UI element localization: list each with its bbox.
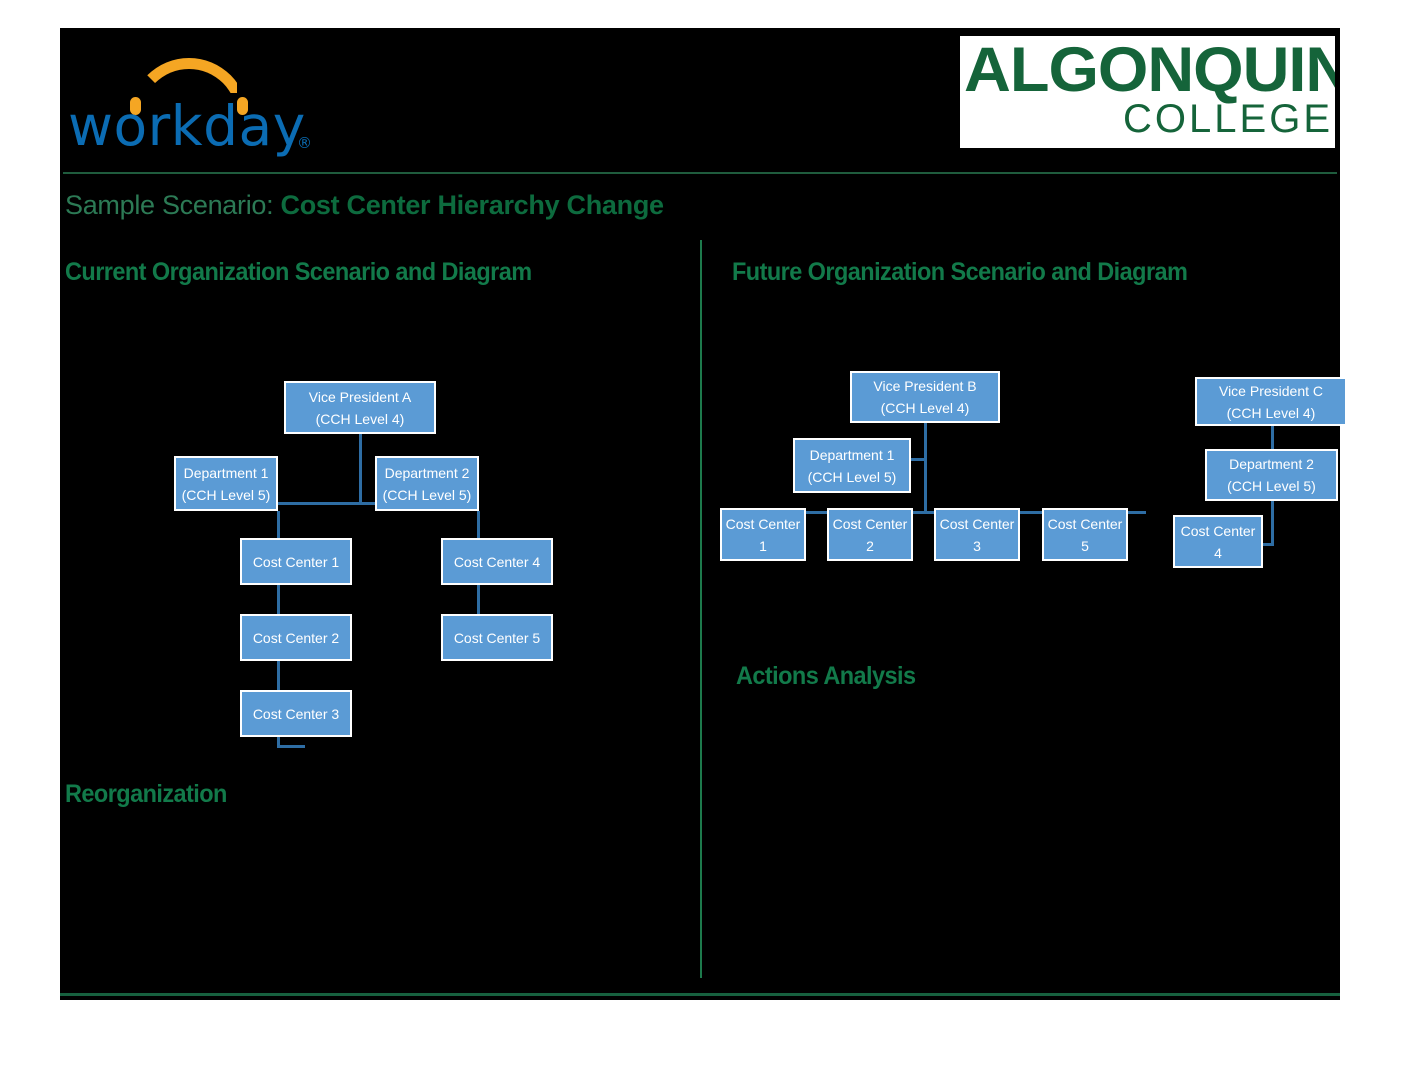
slide-canvas: workday ® ALGONQUIN COLLEGE Sample Scena… (60, 28, 1347, 1000)
node-vice-president-b[interactable]: Vice President B (CCH Level 4) (850, 371, 1000, 423)
node-cost-center-3[interactable]: Cost Center 3 (240, 690, 352, 737)
node-department-1[interactable]: Department 1 (CCH Level 5) (174, 456, 278, 511)
node-cost-center-4[interactable]: Cost Center 4 (441, 538, 553, 585)
node-future-cost-center-5[interactable]: Cost Center 5 (1042, 508, 1128, 561)
node-future-department-1[interactable]: Department 1 (CCH Level 5) (793, 438, 911, 493)
node-line-2: (CCH Level 4) (315, 410, 405, 427)
footer-divider (60, 993, 1340, 996)
node-line-2: (CCH Level 4) (880, 400, 970, 416)
node-line-1: Vice President B (873, 378, 977, 394)
node-department-2[interactable]: Department 2 (CCH Level 5) (375, 456, 479, 511)
node-vice-president-c[interactable]: Vice President C (CCH Level 4) (1195, 377, 1347, 426)
node-vice-president-a[interactable]: Vice President A (CCH Level 4) (284, 381, 436, 434)
node-line-1: Cost Center (1047, 515, 1123, 532)
connector-dept1-to-cc3 (277, 745, 305, 748)
node-line-1: Department 1 (183, 464, 269, 481)
node-line-1: Department 2 (384, 464, 470, 481)
heading-actions-analysis: Actions Analysis (736, 662, 916, 690)
node-future-cost-center-1[interactable]: Cost Center 1 (720, 508, 806, 561)
node-line-2: (CCH Level 5) (382, 486, 472, 503)
node-line-1: Vice President C (1218, 382, 1323, 399)
node-future-cost-center-3[interactable]: Cost Center 3 (934, 508, 1020, 561)
heading-current-organization: Current Organization Scenario and Diagra… (65, 258, 532, 286)
column-divider (700, 240, 702, 978)
node-cost-center-5[interactable]: Cost Center 5 (441, 614, 553, 661)
node-line-2: 3 (973, 537, 981, 554)
node-line-1: Cost Center (1180, 522, 1256, 539)
node-line-2: (CCH Level 4) (1226, 404, 1316, 421)
node-line-1: Cost Center 5 (453, 629, 541, 646)
workday-wordmark: workday (68, 94, 306, 158)
page-title-subject: Cost Center Hierarchy Change (280, 190, 665, 220)
connector-vp-b-spine (924, 420, 927, 513)
node-line-1: Cost Center (725, 515, 801, 532)
node-line-1: Department 2 (1229, 456, 1314, 472)
heading-reorganization: Reorganization (65, 780, 227, 808)
node-line-1: Department 1 (809, 446, 895, 463)
node-line-2: 4 (1214, 544, 1222, 561)
connector-dept2-to-cc4-vertical (1271, 501, 1274, 546)
node-line-1: Cost Center (832, 515, 908, 532)
node-future-cost-center-4[interactable]: Cost Center 4 (1173, 515, 1263, 568)
node-line-2: (CCH Level 5) (1227, 478, 1316, 494)
node-line-2: 1 (759, 537, 767, 554)
node-line-1: Cost Center (939, 515, 1015, 532)
node-future-cost-center-2[interactable]: Cost Center 2 (827, 508, 913, 561)
registered-trademark-icon: ® (297, 134, 312, 152)
node-line-2: 5 (1081, 537, 1089, 554)
node-cost-center-2[interactable]: Cost Center 2 (240, 614, 352, 661)
page-title-prefix: Sample Scenario: (65, 190, 281, 220)
node-future-department-2[interactable]: Department 2 (CCH Level 5) (1205, 449, 1338, 501)
node-cost-center-1[interactable]: Cost Center 1 (240, 538, 352, 585)
algonquin-wordmark: ALGONQUIN (964, 36, 1335, 105)
node-line-1: Cost Center 1 (252, 553, 340, 570)
node-line-2: (CCH Level 5) (807, 468, 897, 485)
workday-logo: workday ® (68, 38, 328, 158)
node-line-1: Cost Center 2 (252, 629, 340, 646)
node-line-1: Cost Center 3 (252, 705, 340, 722)
slide-page: workday ® ALGONQUIN COLLEGE Sample Scena… (0, 0, 1408, 1088)
node-line-2: 2 (866, 537, 874, 554)
node-line-2: (CCH Level 5) (181, 486, 271, 503)
connector-vp-b-to-dept1 (909, 458, 927, 461)
algonquin-college-logo: ALGONQUIN COLLEGE (960, 36, 1335, 148)
page-title: Sample Scenario: Cost Center Hierarchy C… (65, 190, 664, 221)
college-wordmark: COLLEGE (1123, 97, 1333, 141)
node-line-1: Vice President A (308, 388, 412, 405)
connector-vp-a-down (359, 434, 362, 504)
node-line-1: Cost Center 4 (453, 553, 541, 570)
heading-future-organization: Future Organization Scenario and Diagram (732, 258, 1188, 286)
header-divider (63, 172, 1337, 174)
